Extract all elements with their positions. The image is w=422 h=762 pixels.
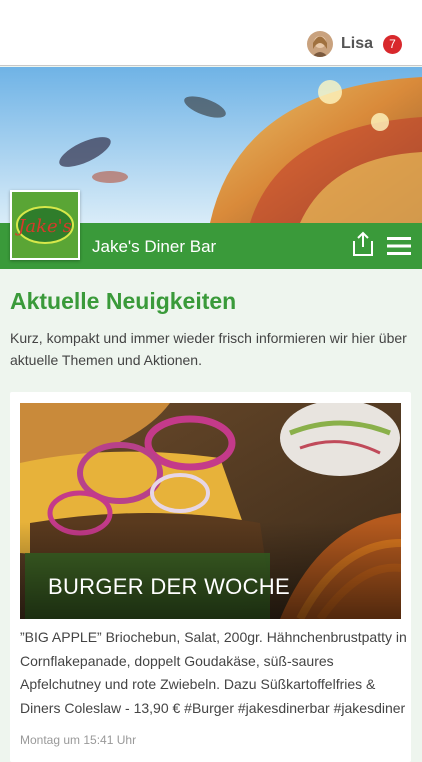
top-bar: Lisa 7	[0, 0, 422, 66]
section-intro: Kurz, kompakt und immer wieder frisch in…	[10, 330, 407, 368]
logo-text: Jake's	[14, 216, 72, 237]
news-card-date: Montag um 15:41 Uhr	[20, 733, 137, 747]
brand-logo: Jake's	[10, 190, 80, 260]
section-heading: Aktuelle Neuigkeiten	[10, 288, 237, 314]
news-card-text: ”BIG APPLE” Briochebun, Salat, 200gr. Hä…	[20, 629, 407, 716]
notification-badge[interactable]: 7	[383, 34, 402, 54]
news-card-title[interactable]: BURGER DER WOCHE	[48, 574, 290, 600]
user-name[interactable]: Lisa	[341, 35, 373, 53]
menu-icon[interactable]	[387, 237, 411, 255]
share-icon[interactable]	[352, 231, 374, 257]
user-profile[interactable]: Lisa 7	[306, 30, 402, 58]
page-title: Jake's Diner Bar	[92, 237, 217, 256]
avatar[interactable]	[306, 31, 333, 57]
